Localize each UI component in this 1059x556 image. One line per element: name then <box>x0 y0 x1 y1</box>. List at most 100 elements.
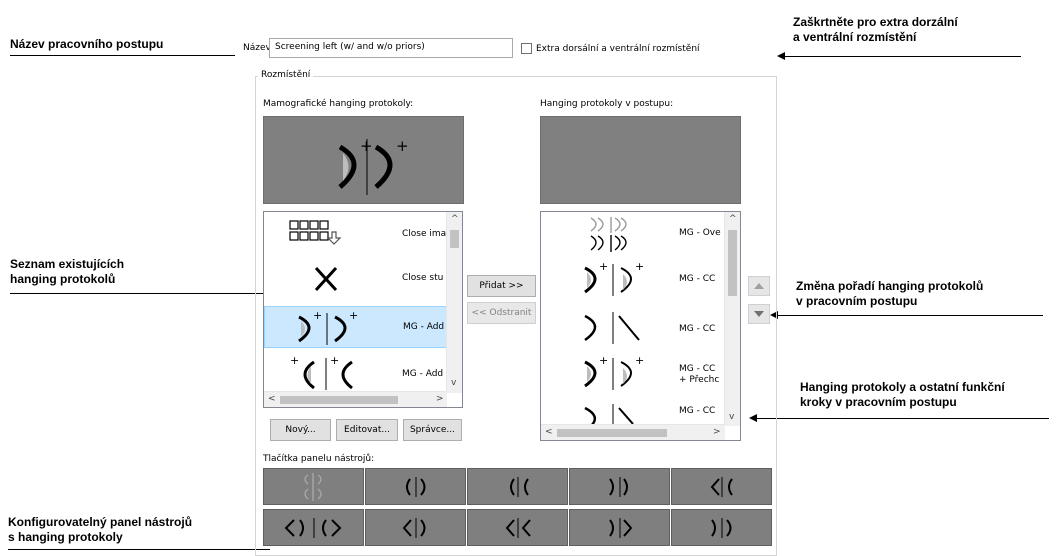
callout-text: Zaškrtněte pro extra dorzální <box>793 15 958 29</box>
workflow-name-input[interactable]: Screening left (w/ and w/o priors) <box>269 38 513 58</box>
callout-line <box>10 293 284 294</box>
mg-cc-right-icon <box>609 477 628 497</box>
scroll-left-icon[interactable]: < <box>268 394 276 404</box>
scroll-thumb[interactable] <box>280 396 398 404</box>
callout-text: Název pracovního postupu <box>10 37 164 51</box>
list-item-label: MG - CC <box>679 406 716 416</box>
callout-text: s hanging protokoly <box>8 530 123 544</box>
scroll-down-icon[interactable]: v <box>729 412 734 422</box>
vertical-scrollbar[interactable]: ^ v <box>724 212 740 426</box>
list-item-label: MG - Add <box>402 369 444 379</box>
protocol-preview: + + <box>263 116 464 204</box>
list-item-label: Close ima <box>402 229 447 239</box>
scroll-thumb[interactable] <box>557 429 667 437</box>
callout-text: Změna pořadí hanging protokolů <box>796 279 984 293</box>
horizontal-scrollbar[interactable]: < > <box>264 391 447 407</box>
existing-protocols-list[interactable]: Close ima Close stu + + MG - Add + + MG … <box>263 211 463 408</box>
svg-text:+: + <box>635 354 644 367</box>
arrow-up-icon <box>754 283 764 289</box>
callout-arrowhead <box>777 52 785 60</box>
mg-overview-icon <box>304 473 322 501</box>
callout-line <box>785 56 1021 57</box>
toolbar-button-cc-right[interactable] <box>569 468 670 505</box>
callout-text: v pracovním postupu <box>796 294 918 308</box>
list-item-selected[interactable]: + + MG - Add <box>264 306 447 348</box>
toolbar-button-mlo-left[interactable] <box>671 468 772 505</box>
callout-reorder: Změna pořadí hanging protokolů v pracovn… <box>796 279 983 309</box>
toolbar-button-cc-mlo-right[interactable] <box>569 509 670 546</box>
svg-text:+: + <box>396 137 409 155</box>
mammo-protocols-label: Mamografické hanging protokoly: <box>263 99 414 109</box>
list-item[interactable]: + + MG - Add <box>264 352 447 394</box>
callout-line <box>10 55 235 56</box>
mg-cc-outward-icon <box>406 477 426 497</box>
callout-toolbar: Konfigurovatelný panel nástrojů s hangin… <box>8 515 192 545</box>
horizontal-scrollbar[interactable]: < > <box>541 424 725 440</box>
toolbar-button-overview[interactable] <box>263 468 364 505</box>
mg-mlo-pair-icon <box>284 518 342 538</box>
edit-button[interactable]: Editovat... <box>336 419 398 441</box>
new-button[interactable]: Nový... <box>270 419 331 441</box>
mg-cc-mlo-right-icon <box>609 518 633 538</box>
callout-in-workflow: Hanging protokoly a ostatní funkční krok… <box>800 380 1005 410</box>
list-item-label: MG - CC <box>679 274 716 284</box>
scroll-thumb[interactable] <box>728 230 737 296</box>
mg-breast-pair-plus-icon: + + <box>298 309 358 345</box>
manager-button[interactable]: Správce... <box>403 419 462 441</box>
mg-breast-pair-plus-left-icon: + + <box>290 354 353 390</box>
mg-cc-icon <box>584 312 640 344</box>
list-item[interactable]: MG - CC <box>541 400 725 424</box>
list-item[interactable]: MG - CC <box>541 308 725 348</box>
callout-workflow-name: Název pracovního postupu <box>10 37 163 52</box>
mg-mlo-mlo-left-icon <box>505 518 531 538</box>
callout-text: Seznam existujících <box>10 257 125 271</box>
workflow-protocols-list[interactable]: MG - Ove + + MG - CC MG - CC + + MG - CC… <box>540 211 741 441</box>
svg-text:+: + <box>330 354 339 367</box>
toolbar-button-cc-outward[interactable] <box>365 468 466 505</box>
list-item-label: Close stu <box>402 273 444 283</box>
callout-text: Konfigurovatelný panel nástrojů <box>8 515 193 529</box>
extra-layout-label[interactable]: Extra dorsální a ventrální rozmístění <box>536 44 700 54</box>
remove-button[interactable]: << Odstranit <box>467 302 536 324</box>
vertical-scrollbar[interactable]: ^ v <box>446 212 462 393</box>
toolbar-button-cc-right-pair[interactable] <box>671 509 772 546</box>
list-item[interactable]: Close stu <box>264 256 447 298</box>
scroll-down-icon[interactable]: v <box>451 378 456 388</box>
toolbar-button-cc-left[interactable] <box>467 468 568 505</box>
scroll-up-icon[interactable]: ^ <box>451 214 459 224</box>
mg-cc-right-pair-icon <box>711 518 732 538</box>
mg-cc-plus-icon: + + <box>584 260 644 296</box>
toolbar-button-mlo-mlo-left[interactable] <box>467 509 568 546</box>
toolbar-button-mlo-pair[interactable] <box>263 509 364 546</box>
svg-text:+: + <box>360 137 373 155</box>
scroll-up-icon[interactable]: ^ <box>729 214 737 224</box>
scroll-right-icon[interactable]: > <box>436 394 444 404</box>
grid-close-images-icon <box>289 220 342 245</box>
list-item[interactable]: Close ima <box>264 212 447 254</box>
callout-text: kroky v pracovním postupu <box>800 395 957 409</box>
scroll-left-icon[interactable]: < <box>545 427 553 437</box>
mg-mlo-left-icon <box>710 477 733 497</box>
extra-layout-checkbox[interactable] <box>521 43 532 54</box>
add-button[interactable]: Přidat >> <box>467 275 536 297</box>
mg-cc-transition-icon: + + <box>584 354 644 390</box>
mg-breast-pair-plus-icon: + + <box>338 137 409 195</box>
list-item[interactable]: MG - Ove <box>541 214 725 256</box>
toolbar-button-mlo-cc[interactable] <box>365 509 466 546</box>
svg-text:+: + <box>599 354 608 367</box>
workflow-name-value: Screening left (w/ and w/o priors) <box>275 42 425 52</box>
move-down-button[interactable] <box>748 304 770 324</box>
list-item-label: MG - Ove <box>679 228 721 238</box>
list-item[interactable]: + + MG - CC <box>541 260 725 300</box>
mg-overview-icon <box>590 217 627 252</box>
callout-text: Hanging protokoly a ostatní funkční <box>800 380 1005 394</box>
toolbar-buttons-label: Tlačítka panelu nástrojů: <box>263 454 375 464</box>
callout-extra-check: Zaškrtněte pro extra dorzální a ventráln… <box>793 15 958 45</box>
list-item[interactable]: + + MG - CC + Přechc <box>541 352 725 396</box>
scroll-right-icon[interactable]: > <box>713 427 721 437</box>
move-up-button[interactable] <box>748 276 770 296</box>
svg-text:+: + <box>290 354 299 367</box>
scroll-thumb[interactable] <box>450 230 459 248</box>
mg-mlo-cc-icon <box>402 518 426 538</box>
svg-text:+: + <box>635 260 644 273</box>
